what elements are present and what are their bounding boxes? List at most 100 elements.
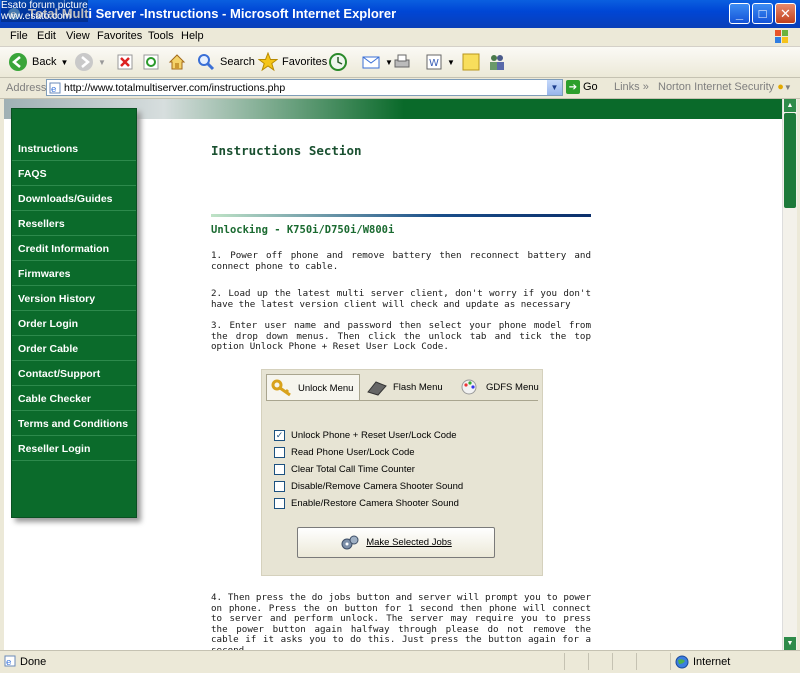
back-dropdown-icon[interactable]: ▼	[60, 58, 68, 67]
refresh-button[interactable]	[142, 51, 160, 73]
address-dropdown-icon[interactable]: ▼	[547, 80, 562, 95]
checkbox-checked[interactable]: ✓	[274, 430, 285, 441]
menu-favorites[interactable]: Favorites	[97, 30, 142, 42]
history-icon	[329, 53, 347, 71]
status-separator	[588, 653, 589, 670]
option-clear-counter[interactable]: Clear Total Call Time Counter	[274, 464, 415, 475]
forward-dropdown-icon[interactable]: ▼	[98, 58, 106, 67]
sidebar-item-order-login[interactable]: Order Login	[12, 312, 136, 336]
norton-icon: ●	[777, 81, 784, 93]
option-disable-shutter[interactable]: Disable/Remove Camera Shooter Sound	[274, 481, 463, 492]
checkbox[interactable]	[274, 481, 285, 492]
browser-window: e Total Multi Server -Instructions - Mic…	[0, 0, 800, 673]
checkbox[interactable]	[274, 447, 285, 458]
sidebar-item-faqs[interactable]: FAQS	[12, 162, 136, 186]
tab-unlock-menu[interactable]: Unlock Menu	[266, 374, 360, 401]
search-button[interactable]: Search	[196, 51, 255, 73]
sidebar-item-terms[interactable]: Terms and Conditions	[12, 412, 136, 436]
tab-flash-menu[interactable]: Flash Menu	[366, 374, 443, 400]
links-toolbar[interactable]: Links »	[614, 81, 649, 93]
sidebar-item-cable-checker[interactable]: Cable Checker	[12, 387, 136, 411]
make-jobs-label: Make Selected Jobs	[366, 537, 452, 548]
home-button[interactable]	[167, 51, 187, 73]
address-bar: Address e http://www.totalmultiserver.co…	[0, 78, 800, 99]
watermark: Esato forum picture www.esato.com	[1, 0, 88, 22]
norton-dropdown-icon[interactable]: ▼	[784, 83, 792, 92]
tab-gdfs-label: GDFS Menu	[486, 381, 539, 393]
sidebar-item-firmwares[interactable]: Firmwares	[12, 262, 136, 286]
menu-help[interactable]: Help	[181, 30, 204, 42]
scroll-thumb[interactable]	[784, 113, 796, 208]
palette-icon	[461, 379, 477, 395]
address-url: http://www.totalmultiserver.com/instruct…	[64, 82, 286, 94]
option-read-code[interactable]: Read Phone User/Lock Code	[274, 447, 415, 458]
option-label: Enable/Restore Camera Shooter Sound	[291, 498, 459, 509]
print-icon	[394, 54, 410, 68]
print-button[interactable]	[392, 51, 412, 73]
sidebar-item-credit[interactable]: Credit Information	[12, 237, 136, 261]
links-label: Links	[614, 81, 640, 93]
menu-file[interactable]: File	[10, 30, 28, 42]
option-enable-shutter[interactable]: Enable/Restore Camera Shooter Sound	[274, 498, 459, 509]
windows-logo-icon	[775, 30, 788, 43]
flash-chip-icon	[367, 381, 387, 396]
note-icon	[462, 53, 480, 71]
step-1-text: 1. Power off phone and remove battery th…	[211, 250, 591, 272]
discuss-button[interactable]	[461, 51, 481, 73]
scroll-down-arrow-icon[interactable]: ▼	[784, 637, 796, 650]
history-button[interactable]	[328, 51, 348, 73]
go-button[interactable]: ➔ Go	[566, 80, 598, 94]
edit-button[interactable]: W ▼	[425, 51, 455, 73]
tab-flash-label: Flash Menu	[393, 381, 443, 393]
window-controls: _ □ ✕	[729, 3, 796, 24]
favorites-label: Favorites	[282, 56, 328, 68]
go-label: Go	[583, 81, 598, 93]
scroll-up-arrow-icon[interactable]: ▲	[784, 99, 796, 112]
minimize-button[interactable]: _	[729, 3, 750, 24]
checkbox[interactable]	[274, 464, 285, 475]
norton-label: Norton Internet Security	[658, 81, 775, 93]
mail-button[interactable]: ▼	[361, 51, 393, 73]
step-2-text: 2. Load up the latest multi server clien…	[211, 288, 591, 310]
favorites-button[interactable]: Favorites	[258, 51, 327, 73]
security-zone[interactable]: Internet	[670, 653, 800, 670]
key-icon	[271, 379, 291, 397]
page-title: Instructions Section	[211, 143, 362, 158]
home-icon	[168, 54, 186, 70]
messenger-button[interactable]	[487, 51, 507, 73]
sidebar-item-downloads[interactable]: Downloads/Guides	[12, 187, 136, 211]
sidebar-item-version-history[interactable]: Version History	[12, 287, 136, 311]
sidebar-item-order-cable[interactable]: Order Cable	[12, 337, 136, 361]
client-screenshot-panel: Unlock Menu Flash Menu GDFS Menu ✓ Unloc…	[261, 369, 543, 576]
stop-icon	[117, 54, 133, 70]
maximize-button[interactable]: □	[752, 3, 773, 24]
checkbox[interactable]	[274, 498, 285, 509]
section-heading: Unlocking - K750i/D750i/W800i	[211, 224, 395, 236]
menu-view[interactable]: View	[66, 30, 90, 42]
sidebar-item-contact[interactable]: Contact/Support	[12, 362, 136, 386]
option-label: Read Phone User/Lock Code	[291, 447, 415, 458]
status-separator	[636, 653, 637, 670]
close-button[interactable]: ✕	[775, 3, 796, 24]
stop-button[interactable]	[116, 51, 134, 73]
menu-edit[interactable]: Edit	[37, 30, 56, 42]
sidebar-item-instructions[interactable]: Instructions	[12, 137, 136, 161]
sidebar-item-resellers[interactable]: Resellers	[12, 212, 136, 236]
option-label: Disable/Remove Camera Shooter Sound	[291, 481, 464, 492]
watermark-line1: Esato forum picture	[1, 0, 88, 11]
status-separator	[612, 653, 613, 670]
edit-dropdown-icon[interactable]: ▼	[447, 58, 455, 67]
section-divider	[211, 214, 591, 217]
go-arrow-icon: ➔	[566, 80, 580, 94]
sidebar-item-reseller-login[interactable]: Reseller Login	[12, 437, 136, 461]
address-input[interactable]: e http://www.totalmultiserver.com/instru…	[46, 79, 563, 96]
make-selected-jobs-button[interactable]: Make Selected Jobs	[297, 527, 495, 558]
globe-icon	[675, 655, 689, 668]
option-unlock-reset[interactable]: ✓ Unlock Phone + Reset User/Lock Code	[274, 430, 457, 441]
menu-tools[interactable]: Tools	[148, 30, 174, 42]
tab-gdfs-menu[interactable]: GDFS Menu	[459, 374, 539, 400]
norton-toolbar[interactable]: Norton Internet Security ●▼	[658, 81, 792, 93]
vertical-scrollbar[interactable]: ▲ ▼	[782, 99, 797, 650]
forward-button[interactable]: ▼	[74, 51, 106, 73]
back-button[interactable]: Back ▼	[8, 51, 68, 73]
